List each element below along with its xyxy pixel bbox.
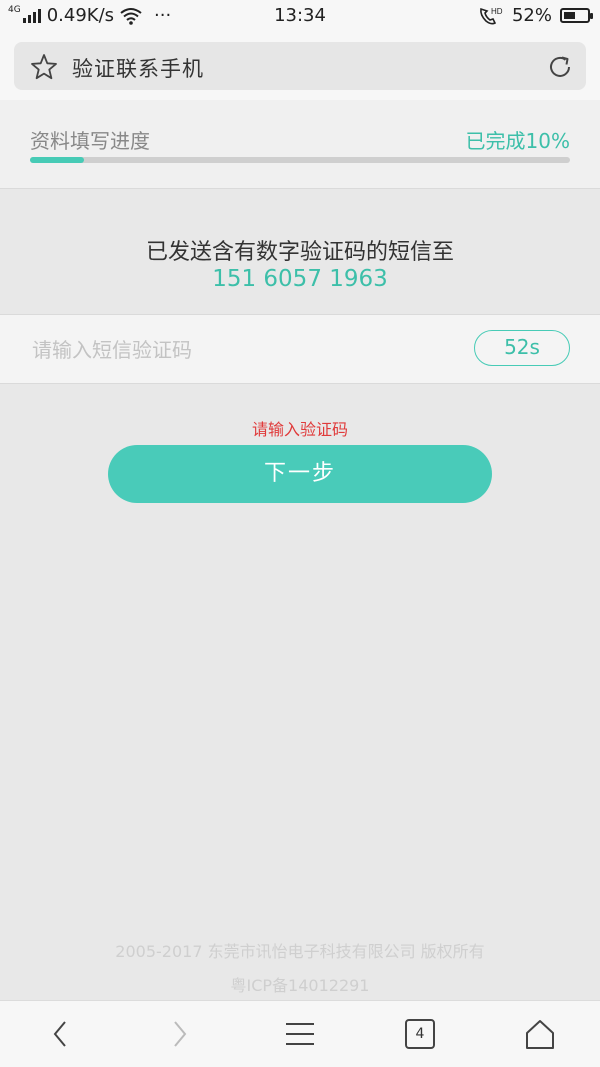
- progress-fill: [30, 157, 84, 163]
- back-icon: [53, 1021, 66, 1047]
- error-message: 请输入验证码: [251, 420, 348, 439]
- home-button[interactable]: [520, 1016, 560, 1052]
- menu-icon: [286, 1023, 314, 1045]
- forward-icon: [174, 1021, 187, 1047]
- progress-status: 已完成10%: [465, 129, 570, 153]
- battery-icon: [560, 8, 593, 23]
- status-bar: 4G 0.49K/s ··· 13:34 HD 52%: [0, 0, 600, 32]
- browser-bar: 验证联系手机: [0, 32, 600, 101]
- tab-count: 4: [405, 1019, 435, 1049]
- bottom-nav: 4: [0, 1000, 600, 1067]
- menu-button[interactable]: [280, 1016, 320, 1052]
- star-icon[interactable]: [30, 53, 58, 81]
- sms-notice: 已发送含有数字验证码的短信至: [145, 240, 454, 265]
- next-button[interactable]: 下一步: [108, 445, 492, 503]
- battery-percent: 52%: [511, 5, 552, 26]
- refresh-icon[interactable]: [546, 53, 574, 81]
- footer-icp[interactable]: 粤ICP备14012291: [0, 972, 600, 996]
- tabs-button[interactable]: 4: [400, 1016, 440, 1052]
- address-bar[interactable]: 验证联系手机: [14, 42, 586, 90]
- hd-label: HD: [491, 7, 503, 16]
- footer-copyright: 2005-2017 东莞市讯怡电子科技有限公司 版权所有: [115, 942, 485, 961]
- progress-section: 资料填写进度 已完成10%: [0, 100, 600, 189]
- status-right: HD 52%: [478, 5, 593, 26]
- progress-bar: [30, 157, 570, 163]
- page-title: 验证联系手机: [72, 57, 204, 81]
- code-row: 52s: [0, 314, 600, 384]
- back-button[interactable]: [40, 1016, 80, 1052]
- resend-countdown-button[interactable]: 52s: [474, 330, 570, 366]
- phone-number: 151 6057 1963: [212, 266, 388, 292]
- home-icon: [526, 1020, 554, 1049]
- forward-button[interactable]: [160, 1016, 200, 1052]
- progress-label: 资料填写进度: [30, 129, 150, 153]
- verification-code-input[interactable]: [30, 329, 434, 371]
- hd-call-icon: HD: [480, 7, 503, 24]
